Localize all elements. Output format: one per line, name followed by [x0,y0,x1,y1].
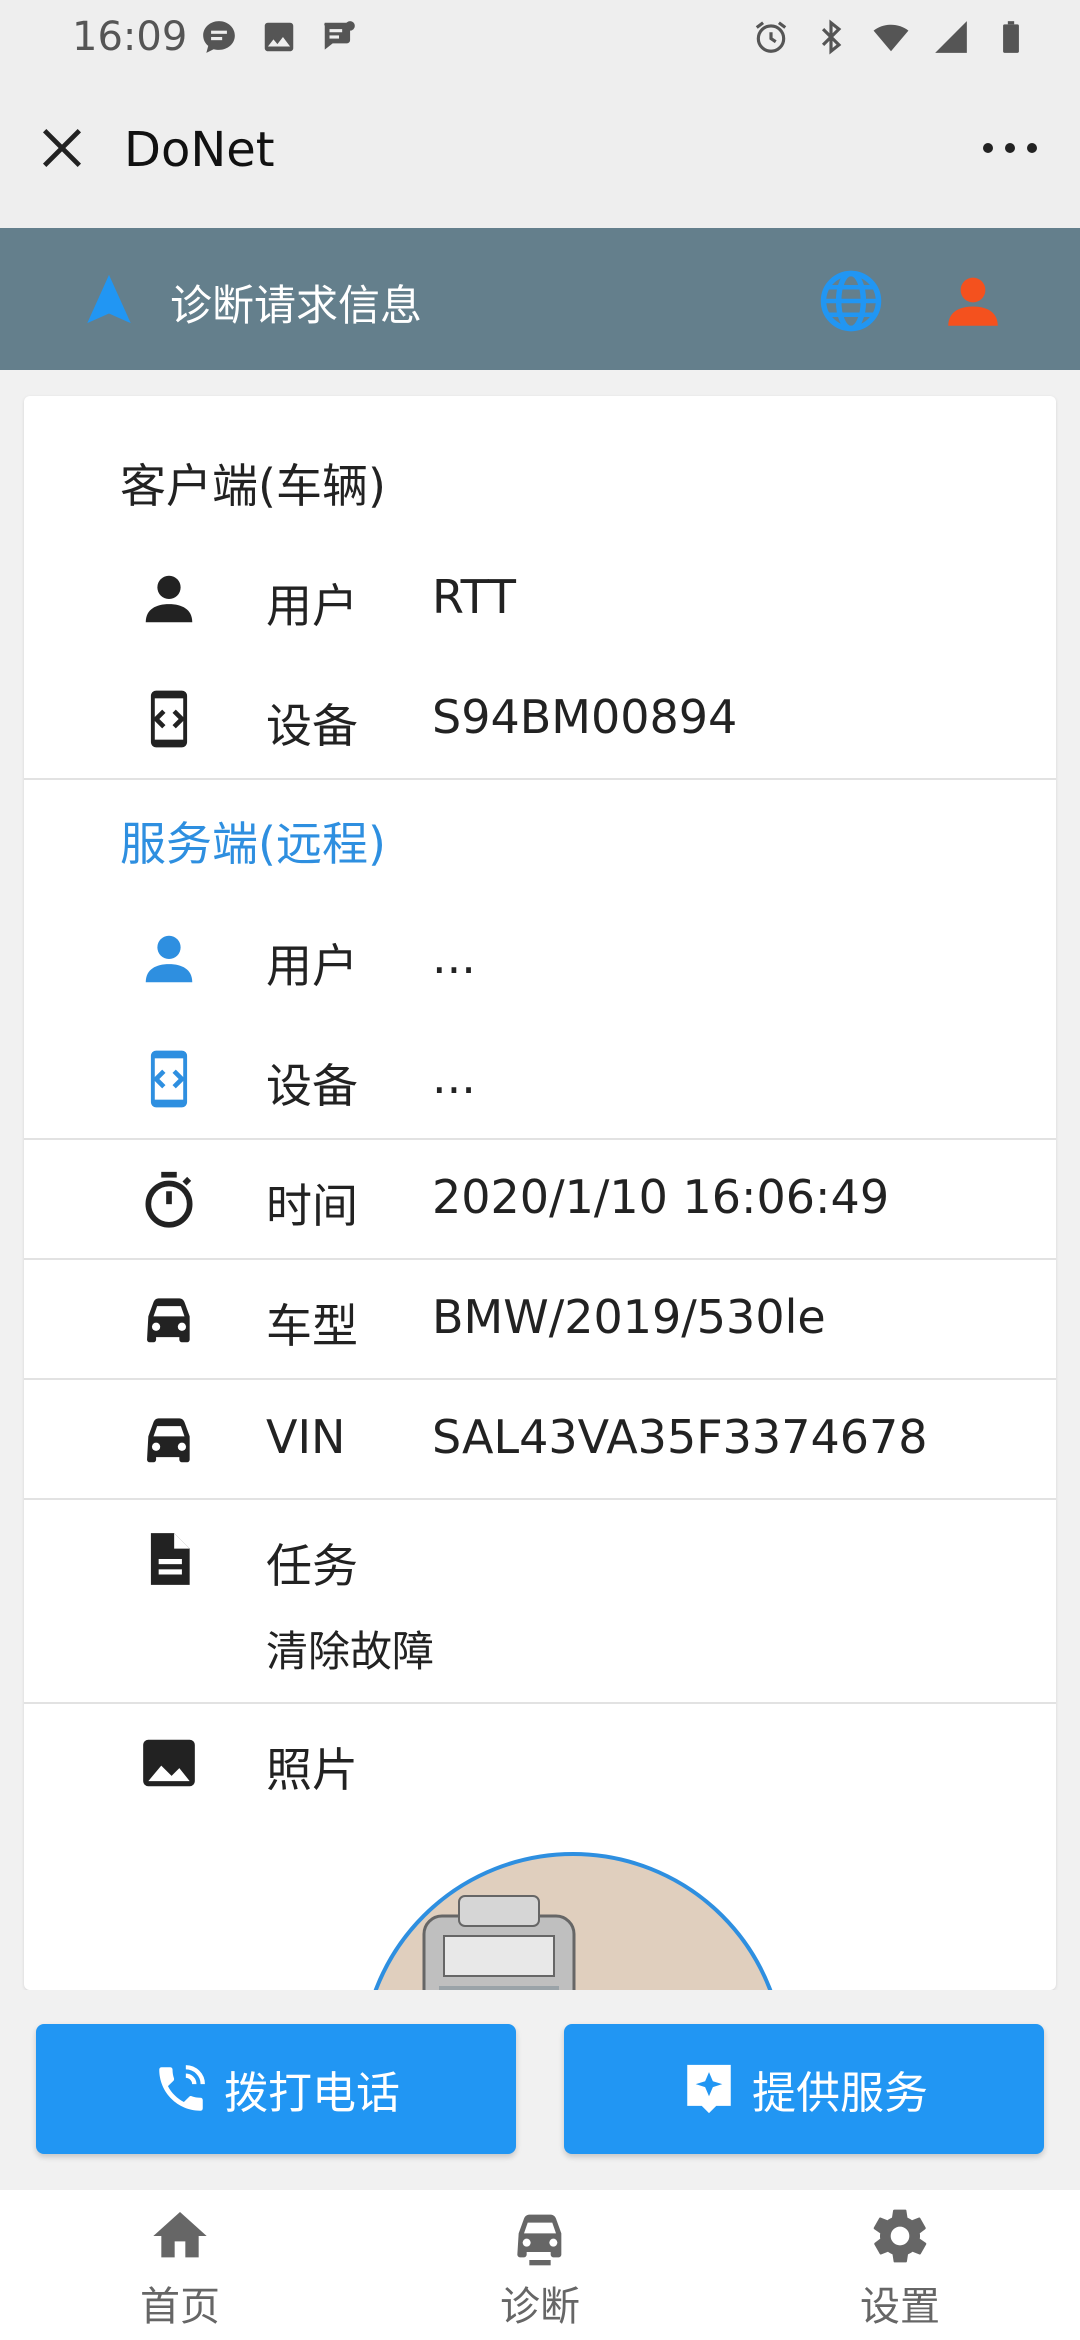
more-options-button[interactable] [980,128,1040,168]
stopwatch-icon [145,1171,193,1228]
document-icon [150,1533,190,1585]
divider [24,1138,1056,1140]
signal-icon [935,21,967,53]
task-label: 任务 [266,1539,358,1593]
client-device-label: 设备 [266,699,358,753]
image-icon [264,22,294,52]
person-icon [145,575,193,623]
message-icon [203,21,235,53]
nav-diagnosis[interactable]: 诊断 [440,2204,640,2334]
client-user-label: 用户 [266,579,358,633]
task-value: 清除故障 [266,1627,435,1676]
user-profile-icon[interactable] [940,268,1006,334]
home-icon [153,2212,207,2258]
divider [24,1498,1056,1500]
photo-label: 照片 [266,1743,358,1797]
provide-service-button[interactable]: 提供服务 [564,2024,1044,2154]
status-bar: 16:09 [0,0,1080,78]
nav-diagnosis-label: 诊断 [500,2284,580,2330]
action-bar: 拨打电话 提供服务 [0,1990,1080,2190]
diagnosis-info-card: 客户端(车辆) 用户 RTT 设备 S94BM00894 服务端(远程) 用户 … [24,396,1056,1990]
photo-icon [143,1739,195,1787]
car-icon [147,1298,190,1343]
status-time: 16:09 [72,14,188,60]
nav-home-label: 首页 [140,2284,220,2330]
more-dot [983,143,993,153]
more-dot [1005,143,1015,153]
battery-icon [1003,21,1019,53]
nav-home[interactable]: 首页 [80,2204,280,2334]
divider [24,1258,1056,1260]
close-icon[interactable] [36,122,88,174]
divider [24,1378,1056,1380]
provide-service-label: 提供服务 [752,2068,928,2119]
notification-message-icon [324,21,355,50]
server-section-title: 服务端(远程) [120,817,386,871]
call-button-label: 拨打电话 [224,2068,400,2119]
gear-icon [873,2209,927,2263]
model-value: BMW/2019/530le [432,1290,826,1344]
call-button[interactable]: 拨打电话 [36,2024,516,2154]
device-icon [150,1050,188,1108]
car-icon [517,2214,562,2266]
globe-icon[interactable] [818,268,884,334]
vehicle-photo[interactable] [360,1852,786,1990]
service-badge-icon [687,2064,731,2114]
server-user-label: 用户 [266,939,358,993]
model-label: 车型 [266,1299,358,1353]
page-title: 诊断请求信息 [170,281,423,330]
device-icon [150,690,188,748]
window-title-bar: DoNet [0,78,1080,228]
navigation-arrow-icon[interactable] [80,268,138,330]
person-icon [145,935,193,983]
client-section-title: 客户端(车辆) [120,459,386,513]
scanner-illustration [422,1895,576,1990]
nav-settings-label: 设置 [860,2284,940,2330]
vin-value: SAL43VA35F3374678 [432,1410,928,1464]
time-label: 时间 [266,1179,358,1233]
bottom-navigation: 首页 诊断 设置 [0,2190,1080,2340]
wifi-icon [873,24,909,52]
nav-settings[interactable]: 设置 [800,2204,1000,2334]
vin-label: VIN [266,1410,346,1464]
server-device-label: 设备 [266,1059,358,1113]
car-icon [147,1418,190,1463]
divider [24,1702,1056,1704]
server-device-value: ... [432,1050,476,1104]
client-device-value: S94BM00894 [432,690,738,744]
client-user-value: RTT [432,570,517,624]
alarm-icon [755,21,787,53]
window-title: DoNet [124,122,275,178]
more-dot [1027,143,1037,153]
time-value: 2020/1/10 16:06:49 [432,1170,890,1224]
bluetooth-icon [821,19,842,55]
server-user-value: ... [432,930,476,984]
divider [24,778,1056,780]
app-bar: 诊断请求信息 [0,228,1080,370]
phone-call-icon [159,2065,205,2111]
